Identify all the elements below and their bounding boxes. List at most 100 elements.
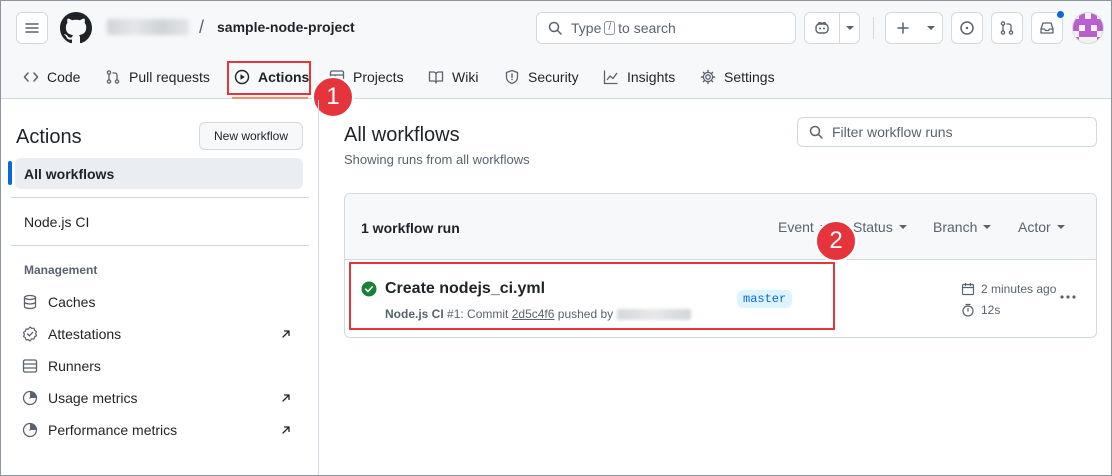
play-icon bbox=[234, 69, 250, 85]
sidebar-item-performance-metrics[interactable]: Performance metrics bbox=[22, 418, 300, 442]
dropdown-label: Status bbox=[853, 219, 893, 235]
run-number: #1 bbox=[447, 307, 461, 321]
tab-wiki[interactable]: Wiki bbox=[428, 57, 478, 97]
app-header: / sample-node-project Type / to search C… bbox=[1, 1, 1111, 99]
meta-text: : Commit bbox=[460, 307, 509, 321]
copilot-icon bbox=[815, 21, 829, 34]
dropdown-label: Branch bbox=[933, 219, 978, 235]
tab-actions[interactable]: Actions bbox=[234, 57, 309, 97]
sidebar-item-caches[interactable]: Caches bbox=[22, 290, 300, 314]
sidebar-item-usage-metrics[interactable]: Usage metrics bbox=[22, 386, 300, 410]
search-shortcut-key: / bbox=[604, 21, 616, 35]
check-circle-fill-icon bbox=[361, 281, 377, 297]
workflow-name: Node.js CI bbox=[385, 307, 444, 321]
tab-code[interactable]: Code bbox=[23, 57, 80, 97]
pushed-by-text: pushed by bbox=[557, 307, 614, 321]
sidebar-item-label: Performance metrics bbox=[48, 422, 178, 438]
inbox-icon bbox=[1040, 22, 1054, 34]
database-icon bbox=[23, 294, 37, 310]
arrow-up-right-icon bbox=[282, 330, 290, 338]
stopwatch-icon bbox=[962, 303, 974, 317]
shield-icon bbox=[505, 69, 519, 85]
runs-count: 1 workflow run bbox=[361, 220, 460, 236]
tab-label: Wiki bbox=[452, 69, 479, 85]
chevron-down-icon bbox=[927, 26, 935, 30]
runs-list-header: 1 workflow run Event Status Branch Actor bbox=[345, 194, 1096, 260]
chevron-down-icon bbox=[1056, 225, 1065, 229]
sidebar-item-label: Usage metrics bbox=[48, 390, 138, 406]
active-tab-indicator bbox=[232, 97, 308, 99]
sidebar-divider bbox=[11, 245, 309, 246]
graph-icon bbox=[603, 70, 618, 85]
browser-frame: / sample-node-project Type / to search C… bbox=[0, 0, 1112, 476]
server-icon bbox=[22, 359, 38, 373]
create-new-button[interactable] bbox=[885, 12, 943, 44]
copilot-button[interactable] bbox=[804, 12, 860, 44]
workflow-runs-list: 1 workflow run Event Status Branch Actor… bbox=[344, 193, 1097, 338]
tab-label: Projects bbox=[353, 69, 404, 85]
tab-label: Code bbox=[47, 69, 81, 85]
repo-name-link[interactable]: sample-node-project bbox=[217, 19, 355, 35]
workflow-run-meta: Node.js CI #1: Commit 2d5c4f6 pushed by bbox=[385, 307, 691, 321]
sidebar-divider bbox=[11, 197, 309, 198]
dropdown-label: Actor bbox=[1018, 219, 1051, 235]
repo-nav-tabs: Code Pull requests Actions Projects Wiki… bbox=[1, 57, 1111, 99]
sidebar-item-runners[interactable]: Runners bbox=[22, 354, 300, 378]
sidebar-item-all-workflows[interactable]: All workflows bbox=[15, 158, 303, 189]
search-suffix-text: to search bbox=[618, 20, 676, 36]
tab-security[interactable]: Security bbox=[504, 57, 579, 97]
sidebar-item-label: Runners bbox=[48, 358, 101, 374]
page-subtitle: Showing runs from all workflows bbox=[344, 152, 530, 167]
pusher-redacted[interactable] bbox=[616, 309, 691, 321]
pull-requests-button[interactable] bbox=[991, 12, 1023, 44]
identicon-icon bbox=[1073, 13, 1103, 43]
callout-badge-2: 2 bbox=[815, 220, 857, 262]
duration-text: 12s bbox=[981, 303, 1001, 317]
search-icon bbox=[809, 125, 823, 139]
selected-item-indicator bbox=[8, 161, 12, 185]
kebab-horizontal-icon bbox=[1060, 295, 1076, 299]
workflow-run-title-link[interactable]: Create nodejs_ci.yml bbox=[385, 280, 545, 298]
calendar-icon bbox=[961, 283, 975, 296]
chevron-down-icon bbox=[983, 225, 992, 229]
code-icon bbox=[23, 72, 39, 82]
tab-label: Settings bbox=[724, 69, 775, 85]
sidebar-item-label: Caches bbox=[48, 294, 96, 310]
chevron-down-icon bbox=[845, 26, 854, 30]
run-timestamp: 2 minutes ago bbox=[961, 282, 1056, 296]
tab-pull-requests[interactable]: Pull requests bbox=[105, 57, 210, 97]
chevron-down-icon bbox=[898, 225, 907, 229]
header-divider bbox=[873, 17, 874, 39]
management-heading: Management bbox=[24, 263, 98, 277]
branch-label[interactable]: master bbox=[737, 290, 793, 308]
verified-icon bbox=[22, 326, 38, 342]
tab-label: Actions bbox=[258, 69, 310, 85]
search-prefix-text: Type bbox=[571, 20, 602, 36]
hamburger-menu-button[interactable] bbox=[16, 12, 48, 44]
plus-icon bbox=[897, 22, 909, 34]
actor-filter-dropdown[interactable]: Actor bbox=[1018, 219, 1065, 235]
run-duration: 12s bbox=[961, 303, 1000, 317]
sidebar-item-nodejs-ci[interactable]: Node.js CI bbox=[24, 214, 89, 230]
user-avatar[interactable] bbox=[1072, 12, 1104, 44]
git-pull-request-icon bbox=[106, 70, 120, 84]
tab-insights[interactable]: Insights bbox=[603, 57, 675, 97]
run-options-button[interactable] bbox=[1058, 287, 1078, 307]
global-search-input[interactable]: Type / to search bbox=[536, 12, 796, 44]
sidebar-item-attestations[interactable]: Attestations bbox=[22, 322, 300, 346]
search-icon bbox=[548, 21, 562, 35]
meter-icon bbox=[22, 422, 38, 438]
status-filter-dropdown[interactable]: Status bbox=[853, 219, 907, 235]
branch-filter-dropdown[interactable]: Branch bbox=[933, 219, 992, 235]
arrow-up-right-icon bbox=[282, 394, 290, 402]
notification-indicator bbox=[1056, 10, 1065, 19]
filter-workflow-runs-input[interactable]: Filter workflow runs bbox=[797, 117, 1097, 147]
github-logo-icon[interactable] bbox=[60, 12, 92, 44]
new-workflow-button[interactable]: New workflow bbox=[199, 122, 303, 150]
repo-owner-redacted[interactable] bbox=[107, 19, 189, 35]
sidebar-item-label: Attestations bbox=[48, 326, 122, 342]
issues-button[interactable] bbox=[951, 12, 983, 44]
tab-settings[interactable]: Settings bbox=[700, 57, 775, 97]
book-icon bbox=[428, 71, 444, 84]
commit-sha-link[interactable]: 2d5c4f6 bbox=[512, 307, 555, 321]
